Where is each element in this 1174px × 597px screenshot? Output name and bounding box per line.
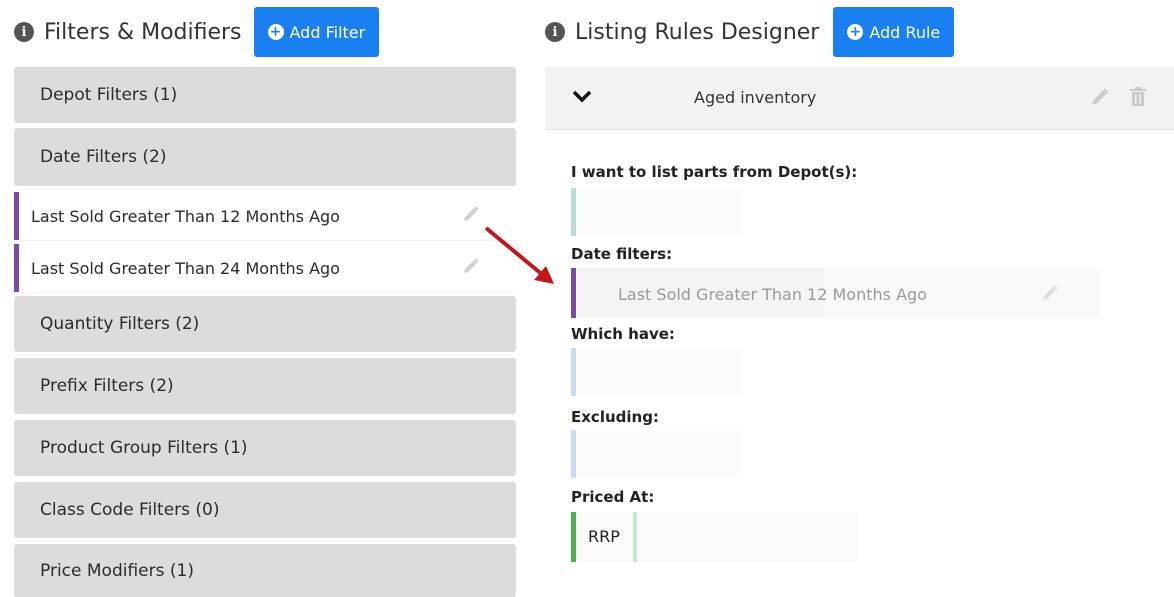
depot-drop-zone[interactable] xyxy=(571,188,743,236)
priced-at-drop-zone[interactable]: RRP xyxy=(571,512,857,562)
which-have-label: Which have: xyxy=(571,325,675,343)
accordion-price-modifiers[interactable]: Price Modifiers (1) xyxy=(14,544,516,597)
pencil-icon[interactable] xyxy=(462,257,480,279)
accordion-class-code-filters[interactable]: Class Code Filters (0) xyxy=(14,482,516,538)
add-filter-button[interactable]: + Add Filter xyxy=(253,7,380,57)
date-filter-item[interactable]: Last Sold Greater Than 24 Months Ago xyxy=(14,244,516,292)
accordion-depot-filters[interactable]: Depot Filters (1) xyxy=(14,67,516,123)
filters-header: i Filters & Modifiers + Add Filter xyxy=(14,7,380,57)
pencil-icon[interactable] xyxy=(1041,284,1059,302)
add-rule-button[interactable]: + Add Rule xyxy=(833,7,955,57)
priced-at-label: Priced At: xyxy=(571,488,655,506)
info-icon: i xyxy=(14,22,34,42)
rules-header: i Listing Rules Designer + Add Rule xyxy=(545,7,955,57)
pencil-icon[interactable] xyxy=(462,205,480,227)
excluding-drop-zone[interactable] xyxy=(571,430,743,478)
info-icon: i xyxy=(545,22,565,42)
trash-icon[interactable] xyxy=(1129,87,1147,107)
price-value: RRP xyxy=(588,527,620,546)
accordion-prefix-filters[interactable]: Prefix Filters (2) xyxy=(14,358,516,414)
plus-circle-icon: + xyxy=(267,24,284,40)
rule-header[interactable]: Aged inventory xyxy=(545,67,1174,130)
date-drop-zone[interactable]: Last Sold Greater Than 12 Months Ago xyxy=(571,268,1101,318)
chevron-down-icon[interactable] xyxy=(571,89,593,105)
date-filter-item[interactable]: Last Sold Greater Than 12 Months Ago xyxy=(14,192,516,240)
which-have-drop-zone[interactable] xyxy=(571,348,743,396)
accordion-date-filters[interactable]: Date Filters (2) xyxy=(14,128,516,186)
date-filters-label: Date filters: xyxy=(571,245,673,263)
drag-arrow xyxy=(484,226,554,284)
plus-circle-icon: + xyxy=(847,24,864,40)
rule-name: Aged inventory xyxy=(694,88,817,107)
accordion-product-group-filters[interactable]: Product Group Filters (1) xyxy=(14,420,516,476)
filters-title: Filters & Modifiers xyxy=(44,19,242,45)
dragged-filter-label: Last Sold Greater Than 12 Months Ago xyxy=(618,285,927,304)
depots-label: I want to list parts from Depot(s): xyxy=(571,163,858,181)
accordion-quantity-filters[interactable]: Quantity Filters (2) xyxy=(14,296,516,352)
pencil-icon[interactable] xyxy=(1090,87,1110,107)
excluding-label: Excluding: xyxy=(571,408,659,426)
rules-title: Listing Rules Designer xyxy=(575,19,820,45)
